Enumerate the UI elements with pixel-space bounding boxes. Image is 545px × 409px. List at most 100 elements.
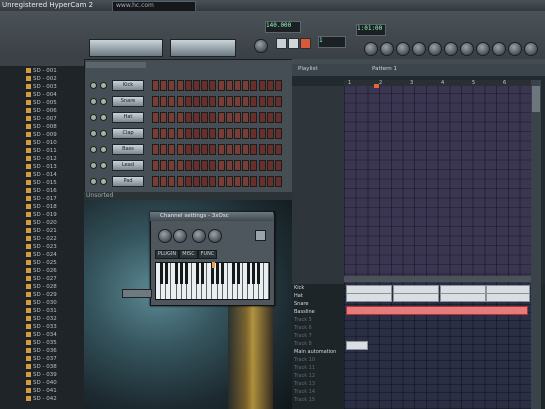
step-button[interactable]	[160, 96, 168, 107]
step-button[interactable]	[250, 144, 258, 155]
mute-led[interactable]	[90, 162, 97, 169]
step-button[interactable]	[209, 144, 217, 155]
browser-item[interactable]: SD - 019	[2, 212, 82, 220]
black-key[interactable]	[195, 263, 199, 284]
step-button[interactable]	[168, 112, 176, 123]
black-key[interactable]	[164, 263, 168, 284]
step-button[interactable]	[266, 160, 274, 171]
step-button[interactable]	[160, 128, 168, 139]
step-button[interactable]	[168, 160, 176, 171]
browser-item[interactable]: SD - 036	[2, 348, 82, 356]
browser-item[interactable]: SD - 022	[2, 236, 82, 244]
track-label[interactable]: Track 13	[294, 381, 342, 388]
track-label[interactable]: Track 11	[294, 365, 342, 372]
step-button[interactable]	[234, 112, 241, 123]
step-button[interactable]	[225, 80, 233, 91]
browser-item[interactable]: SD - 001	[2, 68, 82, 76]
step-button[interactable]	[266, 80, 274, 91]
step-button[interactable]	[201, 176, 209, 187]
track-label[interactable]: Track 14	[294, 389, 342, 396]
step-button[interactable]	[201, 80, 209, 91]
step-button[interactable]	[275, 96, 282, 107]
step-button[interactable]	[225, 96, 233, 107]
browser-item[interactable]: SD - 012	[2, 156, 82, 164]
step-button[interactable]	[250, 112, 258, 123]
record-button[interactable]	[300, 38, 311, 49]
step-button[interactable]	[209, 80, 217, 91]
tab-plugin[interactable]: PLUGIN	[155, 250, 179, 259]
step-button[interactable]	[152, 128, 159, 139]
step-button[interactable]	[217, 144, 225, 155]
pan-led[interactable]	[100, 130, 107, 137]
tool-knob-1[interactable]	[380, 42, 394, 56]
step-button[interactable]	[250, 96, 258, 107]
step-button[interactable]	[168, 176, 176, 187]
black-key[interactable]	[159, 263, 163, 284]
step-button[interactable]	[234, 176, 241, 187]
browser-item[interactable]: SD - 008	[2, 124, 82, 132]
step-button[interactable]	[209, 128, 217, 139]
step-button[interactable]	[160, 160, 168, 171]
step-button[interactable]	[168, 80, 176, 91]
step-button[interactable]	[217, 128, 225, 139]
step-button[interactable]	[152, 112, 159, 123]
step-button[interactable]	[193, 160, 200, 171]
tempo-display[interactable]: 140.000	[265, 21, 301, 33]
tab-func[interactable]: FUNC	[198, 250, 217, 259]
step-button[interactable]	[193, 112, 200, 123]
play-button[interactable]	[276, 38, 287, 49]
step-button[interactable]	[250, 176, 258, 187]
step-button[interactable]	[201, 144, 209, 155]
step-button[interactable]	[184, 128, 192, 139]
step-button[interactable]	[242, 176, 250, 187]
browser-item[interactable]: SD - 020	[2, 220, 82, 228]
browser-item[interactable]: SD - 037	[2, 356, 82, 364]
browser-item[interactable]: SD - 027	[2, 276, 82, 284]
step-button[interactable]	[266, 96, 274, 107]
browser-item[interactable]: SD - 040	[2, 380, 82, 388]
mute-led[interactable]	[90, 114, 97, 121]
step-button[interactable]	[258, 80, 266, 91]
step-button[interactable]	[209, 176, 217, 187]
channel-name-button[interactable]: Bass	[112, 144, 144, 155]
white-key[interactable]	[264, 263, 269, 299]
step-button[interactable]	[258, 160, 266, 171]
track-label[interactable]: Hat	[294, 293, 342, 300]
step-button[interactable]	[184, 112, 192, 123]
browser-item[interactable]: SD - 032	[2, 316, 82, 324]
step-button[interactable]	[242, 80, 250, 91]
step-button[interactable]	[201, 96, 209, 107]
browser-item[interactable]: SD - 021	[2, 228, 82, 236]
tool-knob-5[interactable]	[444, 42, 458, 56]
black-key[interactable]	[257, 263, 261, 284]
tab-misc[interactable]: MISC	[179, 250, 198, 259]
browser-item[interactable]: SD - 002	[2, 76, 82, 84]
clip-hat-3[interactable]	[440, 293, 486, 302]
step-button[interactable]	[275, 176, 282, 187]
step-button[interactable]	[201, 128, 209, 139]
browser-item[interactable]: SD - 010	[2, 140, 82, 148]
step-button[interactable]	[275, 128, 282, 139]
browser-item[interactable]: SD - 041	[2, 388, 82, 396]
step-button[interactable]	[217, 112, 225, 123]
browser-item[interactable]: SD - 024	[2, 252, 82, 260]
browser-item[interactable]: SD - 023	[2, 244, 82, 252]
clip-hat-2[interactable]	[393, 293, 439, 302]
browser-item[interactable]: SD - 039	[2, 372, 82, 380]
tool-knob-9[interactable]	[508, 42, 522, 56]
step-button[interactable]	[168, 128, 176, 139]
browser-item[interactable]: SD - 026	[2, 268, 82, 276]
black-key[interactable]	[236, 263, 240, 284]
enable-switch[interactable]	[255, 230, 266, 241]
step-button[interactable]	[160, 112, 168, 123]
tool-knob-8[interactable]	[492, 42, 506, 56]
browser-item[interactable]: SD - 029	[2, 292, 82, 300]
step-button[interactable]	[225, 176, 233, 187]
playlist-scroll-thumb[interactable]	[532, 86, 540, 112]
track-scrollbar[interactable]	[531, 284, 541, 409]
step-button[interactable]	[184, 176, 192, 187]
step-button[interactable]	[176, 144, 184, 155]
step-button[interactable]	[258, 96, 266, 107]
step-button[interactable]	[209, 112, 217, 123]
black-key[interactable]	[231, 263, 235, 284]
